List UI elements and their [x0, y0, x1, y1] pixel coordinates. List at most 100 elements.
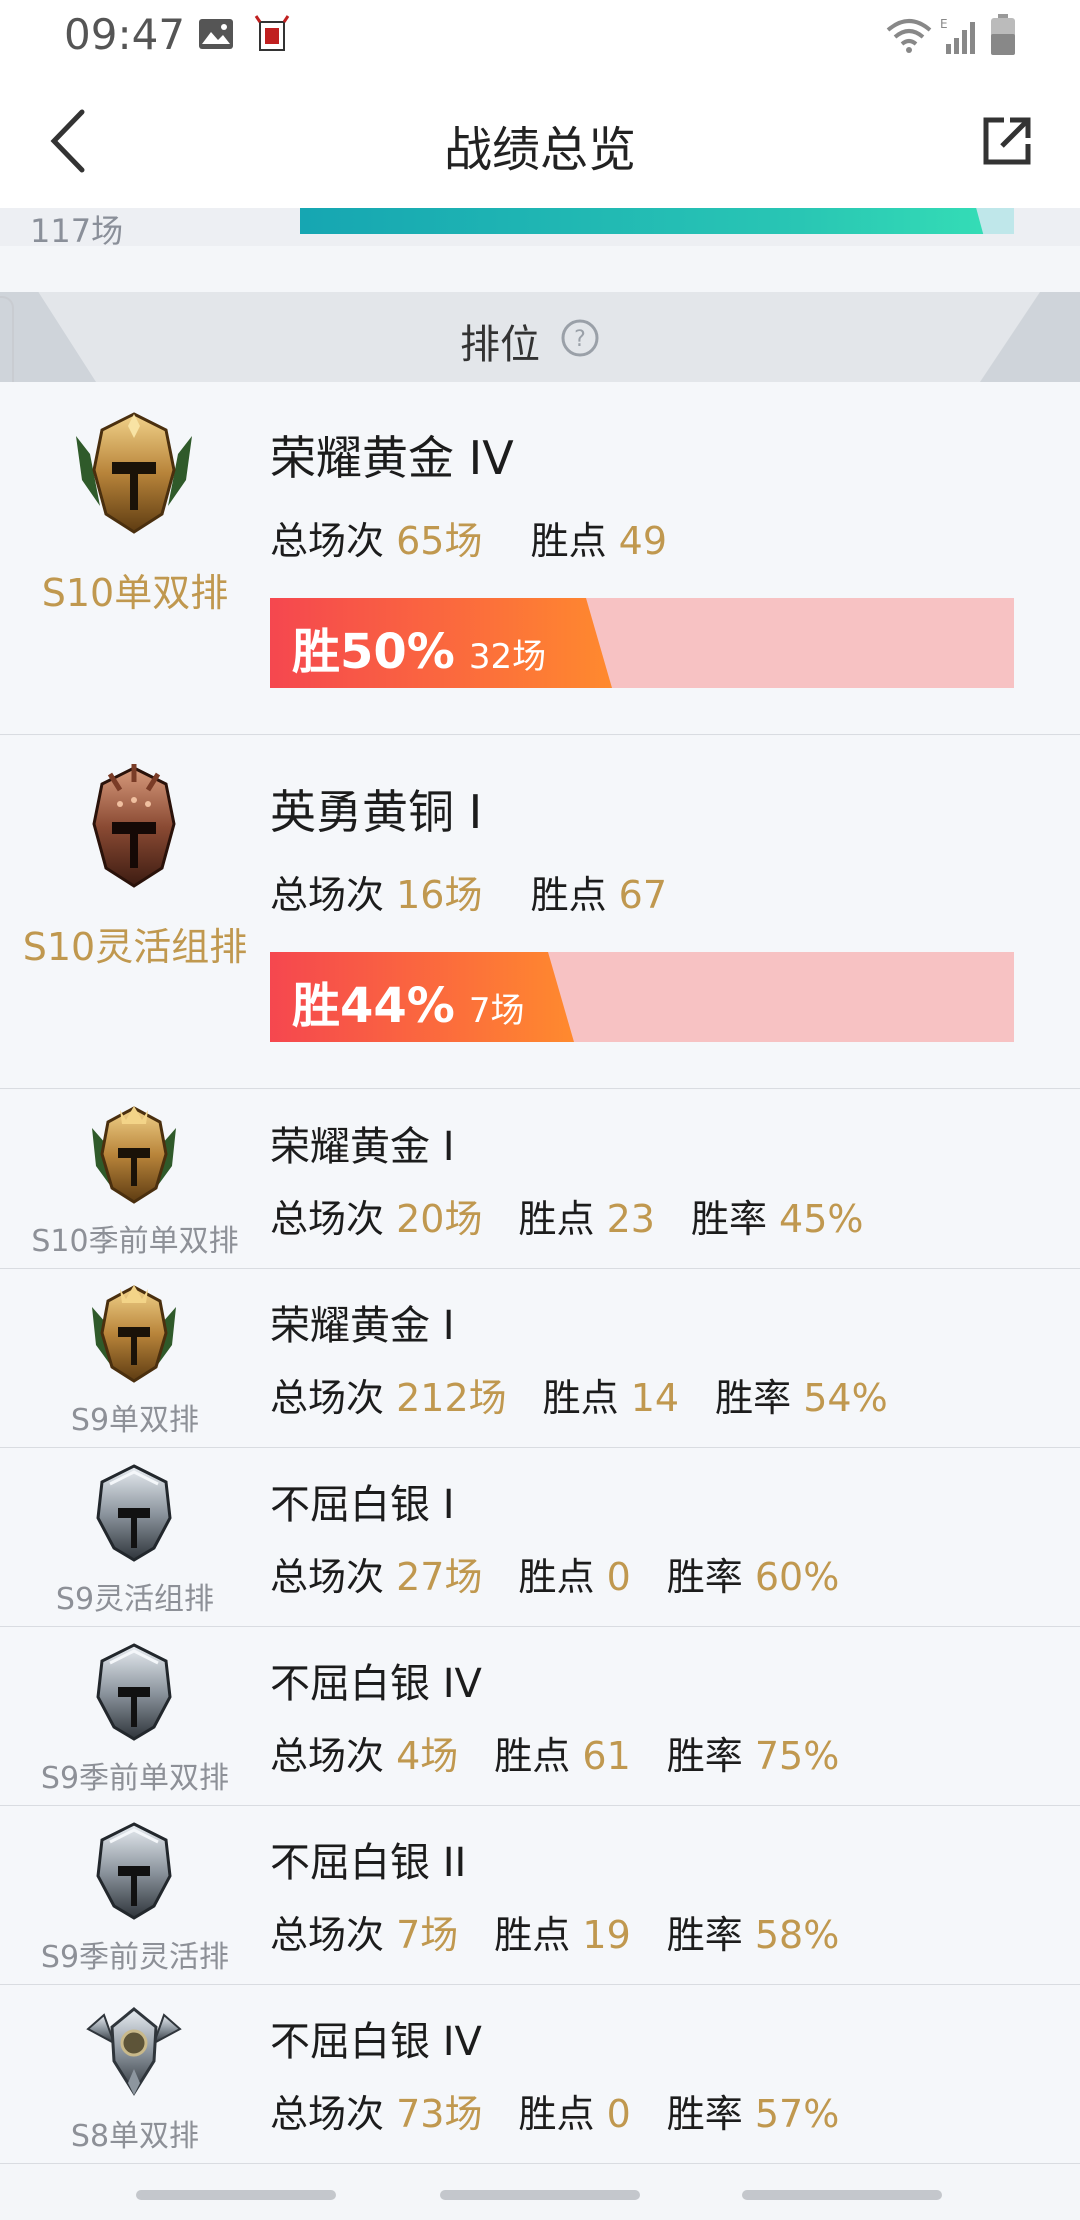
rank-history-row[interactable]: S9单双排 荣耀黄金 I 总场次 212场 胜点 14 胜率 54% — [0, 1269, 1080, 1448]
win-rate-value: 54% — [803, 1376, 888, 1420]
lp-label: 胜点 — [494, 1734, 571, 1778]
queue-name: S9季前灵活排 — [40, 1940, 230, 1975]
gallery-notification-icon — [199, 19, 233, 49]
battery-icon — [991, 14, 1015, 55]
silver-old-rank-emblem-icon — [86, 2007, 182, 2096]
rank-tier: 不屈白银 IV — [270, 1661, 482, 1707]
lp-value: 61 — [582, 1734, 631, 1778]
section-title: 排位 — [460, 322, 540, 368]
status-bar: 09:47 E — [0, 0, 1080, 72]
ranked-section-header: 排位 ? — [0, 292, 1080, 382]
rank-card-s10-solo[interactable]: S10单双排 荣耀黄金 IV 总场次 65场 胜点 49 胜50% 32场 — [0, 382, 1080, 735]
rank-stats: 总场次 73场 胜点 0 胜率 57% — [270, 2083, 839, 2138]
help-icon[interactable]: ? — [560, 318, 600, 358]
status-time: 09:47 — [64, 10, 186, 59]
page-title: 战绩总览 — [443, 122, 636, 178]
lp-value: 0 — [606, 1555, 631, 1599]
summary-strip: 117场 — [0, 208, 1080, 246]
lp-value: 19 — [582, 1913, 631, 1957]
win-rate-text: 胜44% 7场 — [292, 966, 525, 1036]
total-games-label: 总场次 — [270, 1734, 385, 1778]
rank-history-row[interactable]: S10季前单双排 荣耀黄金 I 总场次 20场 胜点 23 胜率 45% — [0, 1090, 1080, 1269]
win-rate-label: 胜率 — [666, 1555, 743, 1599]
win-rate-value: 75% — [754, 1734, 840, 1778]
queue-name: S9单双排 — [70, 1403, 200, 1438]
lp-value: 0 — [606, 2092, 631, 2136]
gold-rank-emblem-icon — [76, 412, 192, 534]
lp-label: 胜点 — [542, 1376, 619, 1420]
rank-history-row[interactable]: S9季前灵活排 不屈白银 II 总场次 7场 胜点 19 胜率 58% — [0, 1806, 1080, 1985]
rank-stats: 总场次 16场 胜点 67 — [270, 864, 667, 919]
lp-value: 23 — [606, 1197, 655, 1241]
win-rate-value: 57% — [754, 2092, 840, 2136]
win-rate-text: 胜50% 32场 — [292, 612, 546, 682]
rank-stats: 总场次 27场 胜点 0 胜率 60% — [270, 1546, 839, 1601]
total-games-label: 总场次 — [270, 1376, 385, 1420]
rank-stats: 总场次 212场 胜点 14 胜率 54% — [270, 1367, 888, 1422]
nav-pill-left[interactable] — [136, 2190, 336, 2200]
total-games-value: 73场 — [396, 2092, 483, 2136]
win-rate-bar: 胜50% 32场 — [270, 598, 1014, 688]
lp-label: 胜点 — [494, 1913, 571, 1957]
share-icon[interactable] — [980, 114, 1034, 168]
gesture-navigation-bar — [0, 2164, 1080, 2220]
section-decoration-right — [980, 292, 1080, 382]
signal-icon: E — [940, 17, 975, 54]
top-app-bar: 战绩总览 — [0, 72, 1080, 209]
win-rate-label: 胜率 — [715, 1376, 792, 1420]
wifi-icon — [886, 19, 932, 53]
win-rate-percent: 胜50% — [292, 624, 455, 680]
lp-value: 67 — [618, 873, 668, 917]
rank-tier: 不屈白银 I — [270, 1482, 455, 1528]
rank-tier: 英勇黄铜 I — [270, 785, 483, 839]
lp-label: 胜点 — [518, 1555, 595, 1599]
rank-tier: 荣耀黄金 I — [270, 1303, 455, 1349]
svg-text:?: ? — [574, 327, 586, 352]
win-rate-label: 胜率 — [666, 2092, 743, 2136]
wins-count: 7场 — [468, 991, 525, 1031]
silver-rank-emblem-icon — [96, 1643, 172, 1741]
gold-rank-emblem-icon — [92, 1106, 176, 1204]
total-games-value: 212场 — [396, 1376, 507, 1420]
lp-label: 胜点 — [518, 1197, 595, 1241]
win-rate-label: 胜率 — [666, 1913, 743, 1957]
queue-name: S10单双排 — [41, 571, 229, 615]
total-games-value: 16场 — [396, 873, 483, 917]
svg-text:E: E — [940, 17, 948, 31]
queue-name: S9季前单双排 — [40, 1761, 230, 1796]
lp-label: 胜点 — [530, 873, 607, 917]
rank-stats: 总场次 65场 胜点 49 — [270, 510, 667, 565]
nav-pill-right[interactable] — [742, 2190, 942, 2200]
nav-pill-home[interactable] — [440, 2190, 640, 2200]
rank-history-row[interactable]: S8单双排 不屈白银 IV 总场次 73场 胜点 0 胜率 57% — [0, 1985, 1080, 2164]
rank-tier: 荣耀黄金 I — [270, 1124, 455, 1170]
total-games-label: 总场次 — [270, 2092, 385, 2136]
queue-name: S9灵活组排 — [55, 1582, 215, 1617]
queue-name: S8单双排 — [70, 2119, 200, 2154]
rank-tier: 不屈白银 II — [270, 1840, 467, 1886]
total-games-value: 65场 — [396, 519, 483, 563]
gold-rank-emblem-icon — [92, 1285, 176, 1383]
queue-name: S10季前单双排 — [31, 1224, 239, 1259]
total-games-label: 总场次 — [270, 1913, 385, 1957]
rank-history-row[interactable]: S9季前单双排 不屈白银 IV 总场次 4场 胜点 61 胜率 75% — [0, 1627, 1080, 1806]
total-games-value: 7场 — [396, 1913, 459, 1957]
rank-stats: 总场次 20场 胜点 23 胜率 45% — [270, 1188, 864, 1243]
win-rate-percent: 胜44% — [292, 978, 455, 1034]
rank-card-s10-flex[interactable]: S10灵活组排 英勇黄铜 I 总场次 16场 胜点 67 胜44% 7场 — [0, 736, 1080, 1089]
total-games-value: 20场 — [396, 1197, 483, 1241]
rank-tier: 不屈白银 IV — [270, 2019, 482, 2065]
rank-tier: 荣耀黄金 IV — [270, 431, 514, 485]
win-rate-value: 45% — [779, 1197, 864, 1241]
summary-winrate-bar — [300, 208, 1014, 234]
total-games-label: 总场次 — [270, 1197, 385, 1241]
lp-value: 14 — [630, 1376, 680, 1420]
wins-count: 32场 — [468, 637, 547, 677]
rank-history-row[interactable]: S9灵活组排 不屈白银 I 总场次 27场 胜点 0 胜率 60% — [0, 1448, 1080, 1627]
section-decoration-left — [0, 292, 96, 382]
silver-rank-emblem-icon — [96, 1822, 172, 1920]
total-games-label: 总场次 — [270, 873, 385, 917]
lp-label: 胜点 — [518, 2092, 595, 2136]
win-rate-bar: 胜44% 7场 — [270, 952, 1014, 1042]
win-rate-label: 胜率 — [690, 1197, 767, 1241]
